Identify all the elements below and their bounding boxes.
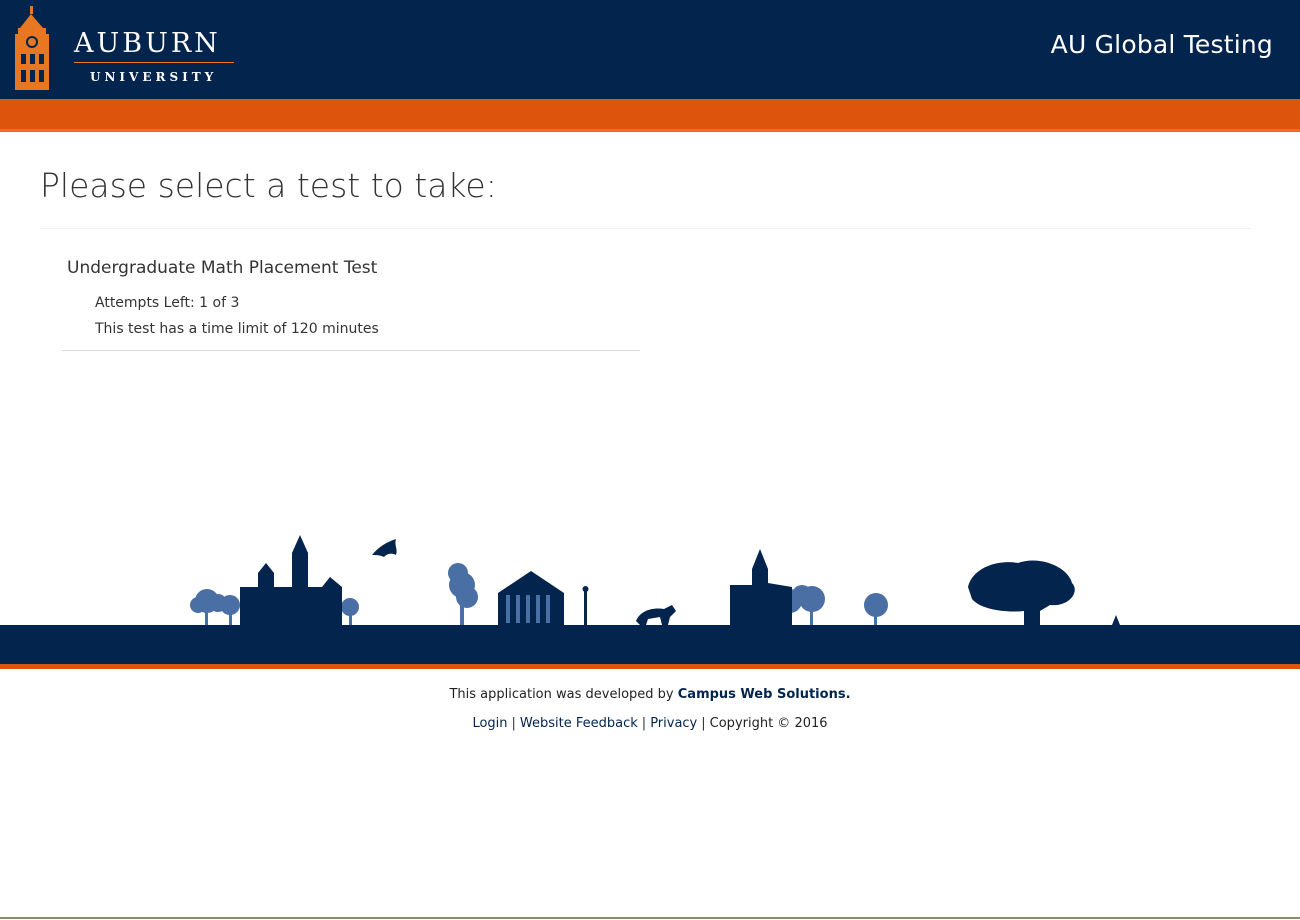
developer-link[interactable]: Campus Web Solutions (678, 687, 846, 702)
copyright-text: Copyright © 2016 (709, 716, 828, 731)
app-title: AU Global Testing (1050, 30, 1273, 59)
clock-tower-icon (15, 6, 49, 90)
link-separator: | (701, 716, 706, 731)
login-link[interactable]: Login (472, 716, 507, 731)
logo-divider (74, 62, 234, 63)
page-title: Please select a test to take: (40, 166, 497, 205)
chapel-icon (730, 549, 792, 625)
logo-subtitle: UNIVERSITY (90, 70, 218, 84)
tiger-icon (636, 605, 676, 625)
link-separator: | (511, 716, 516, 731)
test-title-link[interactable]: Undergraduate Math Placement Test (67, 258, 377, 278)
developer-prefix: This application was developed by (449, 687, 674, 702)
developer-credit: This application was developed by Campus… (0, 687, 1300, 702)
heading-divider (40, 228, 1250, 229)
header-orange-line (0, 129, 1300, 132)
website-feedback-link[interactable]: Website Feedback (520, 716, 638, 731)
building-icon (240, 535, 342, 625)
test-attempts: Attempts Left: 1 of 3 (95, 295, 240, 311)
campus-skyline-illustration (190, 535, 1120, 625)
footer-band (0, 625, 1300, 664)
oak-tree-icon (968, 560, 1075, 625)
eagle-icon (372, 539, 397, 557)
developer-suffix: . (845, 687, 851, 702)
test-time-limit: This test has a time limit of 120 minute… (95, 321, 379, 337)
header-orange-band (0, 99, 1300, 129)
window-bottom-edge (0, 917, 1300, 919)
privacy-link[interactable]: Privacy (650, 716, 697, 731)
test-divider (62, 350, 640, 351)
auburn-logo[interactable]: AUBURN UNIVERSITY (8, 6, 238, 92)
logo-wordmark: AUBURN (74, 28, 221, 59)
footer-orange-line (0, 664, 1300, 669)
site-header: AUBURN UNIVERSITY AU Global Testing (0, 0, 1300, 99)
link-separator: | (641, 716, 647, 731)
footer-links: Login | Website Feedback | Privacy | Copyright… (0, 716, 1300, 731)
